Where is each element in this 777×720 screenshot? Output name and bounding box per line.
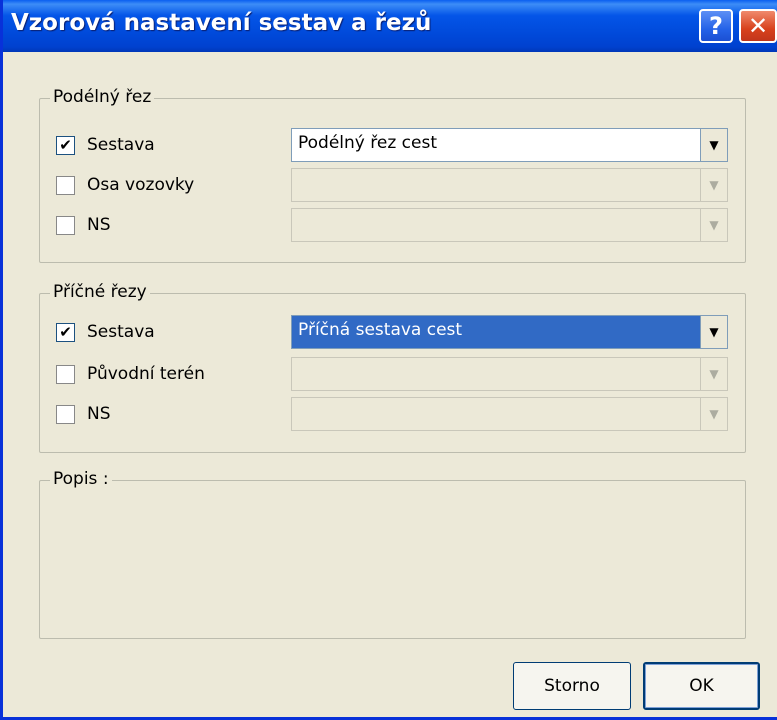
checkbox-label: Osa vozovky (87, 175, 195, 195)
button-label: Storno (544, 676, 600, 696)
checkbox-label: Sestava (87, 322, 155, 342)
dropdown-arrow-icon: ▼ (701, 208, 728, 242)
group-legend: Podélný řez (50, 87, 155, 107)
dialog-window: Vzorová nastavení sestav a řezů ? ✕ Podé… (0, 0, 777, 720)
combobox-value: Příčná sestava cest (291, 315, 701, 349)
checkbox-label: Sestava (87, 135, 155, 155)
checkbox-label: NS (87, 404, 111, 424)
row-sestava: ✔ Sestava (56, 318, 155, 346)
sestava-checkbox[interactable]: ✔ (56, 322, 75, 342)
ns-checkbox[interactable] (56, 404, 75, 424)
dropdown-arrow-icon: ▼ (701, 397, 728, 431)
row-osa-vozovky: Osa vozovky (56, 171, 194, 199)
osa-vozovky-combobox: ▼ (291, 168, 728, 202)
row-ns: NS (56, 400, 111, 428)
ns-combobox: ▼ (291, 397, 728, 431)
cross-section-group: Příčné řezy ✔ Sestava Příčná sestava ces… (39, 282, 746, 453)
row-puvodni-teren: Původní terén (56, 360, 205, 388)
dropdown-arrow-icon[interactable]: ▼ (701, 128, 728, 162)
row-ns: NS (56, 211, 111, 239)
longitudinal-section-group: Podélný řez ✔ Sestava Podélný řez cest ▼… (39, 87, 746, 263)
check-icon: ✔ (59, 136, 72, 154)
close-icon: ✕ (747, 12, 769, 40)
button-label: OK (689, 676, 714, 696)
help-icon: ? (709, 12, 723, 40)
row-sestava: ✔ Sestava (56, 131, 155, 159)
title-bar[interactable]: Vzorová nastavení sestav a řezů ? ✕ (3, 0, 777, 52)
check-icon: ✔ (59, 323, 72, 341)
puvodni-teren-checkbox[interactable] (56, 364, 75, 384)
group-legend: Příčné řezy (50, 282, 150, 302)
osa-vozovky-checkbox[interactable] (56, 175, 75, 195)
checkbox-label: NS (87, 215, 111, 235)
window-title: Vzorová nastavení sestav a řezů (11, 10, 432, 36)
description-group: Popis : (39, 469, 746, 639)
puvodni-teren-combobox: ▼ (291, 357, 728, 391)
ok-button[interactable]: OK (643, 662, 760, 710)
dropdown-arrow-icon: ▼ (701, 168, 728, 202)
sestava-checkbox[interactable]: ✔ (56, 135, 75, 155)
checkbox-label: Původní terén (87, 364, 205, 384)
help-button[interactable]: ? (699, 9, 733, 43)
close-button[interactable]: ✕ (739, 9, 777, 43)
dropdown-arrow-icon[interactable]: ▼ (701, 315, 728, 349)
cancel-button[interactable]: Storno (513, 662, 631, 710)
combobox-value (291, 208, 701, 242)
combobox-value (291, 397, 701, 431)
dropdown-arrow-icon: ▼ (701, 357, 728, 391)
combobox-value (291, 168, 701, 202)
combobox-value (291, 357, 701, 391)
sestava-combobox[interactable]: Příčná sestava cest ▼ (291, 315, 728, 349)
ns-combobox: ▼ (291, 208, 728, 242)
group-legend: Popis : (50, 469, 112, 489)
sestava-combobox[interactable]: Podélný řez cest ▼ (291, 128, 728, 162)
combobox-value: Podélný řez cest (291, 128, 701, 162)
ns-checkbox[interactable] (56, 215, 75, 235)
